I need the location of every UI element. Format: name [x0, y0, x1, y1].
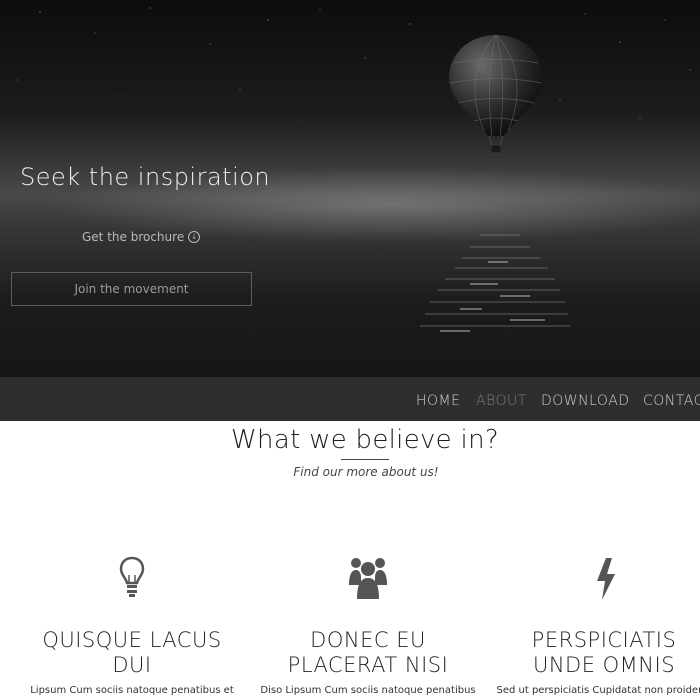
feature-title-1: QUISQUE LACUS DUI: [0, 628, 264, 678]
hot-air-balloon-image: [449, 34, 543, 154]
feature-title-3-line1: PERSPICIATIS: [531, 628, 677, 652]
get-brochure-link[interactable]: Get the brochure ↓: [82, 230, 201, 244]
feature-title-2: DONEC EU PLACERAT NISI: [236, 628, 500, 678]
feature-title-2-line1: DONEC EU: [310, 628, 426, 652]
title-divider: [341, 459, 389, 460]
join-movement-button[interactable]: Join the movement: [11, 272, 252, 306]
users-group-icon: [349, 558, 387, 599]
feature-title-3: PERSPICIATIS UNDE OMNIS: [472, 628, 700, 678]
brochure-label: Get the brochure: [82, 230, 185, 244]
nav-item-contact[interactable]: CONTAC: [643, 393, 700, 409]
feature-title-2-line2: PLACERAT NISI: [287, 653, 449, 677]
feature-title-3-line2: UNDE OMNIS: [532, 653, 676, 677]
nav-item-home[interactable]: HOME: [416, 393, 460, 409]
feature-text-2: Diso Lipsum Cum sociis natoque penatibus: [260, 685, 476, 696]
feature-text-3: Sed ut perspiciatis Cupidatat non proide…: [496, 685, 700, 696]
download-circle-icon: ↓: [188, 231, 201, 243]
hero-section: Seek the inspiration Get the brochure ↓ …: [0, 0, 700, 377]
main-navbar: HOME ABOUT DOWNLOAD CONTAC: [0, 377, 700, 421]
feature-title-1-line2: DUI: [112, 653, 152, 677]
feature-text-1: Lipsum Cum sociis natoque penatibus et: [30, 685, 234, 696]
section-subtitle: Find our more about us!: [293, 465, 439, 479]
lightning-icon: [597, 558, 615, 600]
nav-item-about[interactable]: ABOUT: [476, 393, 527, 409]
nav-item-download[interactable]: DOWNLOAD: [541, 393, 630, 409]
section-title: What we believe in?: [231, 425, 499, 455]
lightbulb-icon: [119, 556, 145, 597]
hero-title: Seek the inspiration: [20, 163, 271, 191]
join-movement-label: Join the movement: [74, 282, 189, 296]
feature-title-1-line1: QUISQUE LACUS: [42, 628, 222, 652]
